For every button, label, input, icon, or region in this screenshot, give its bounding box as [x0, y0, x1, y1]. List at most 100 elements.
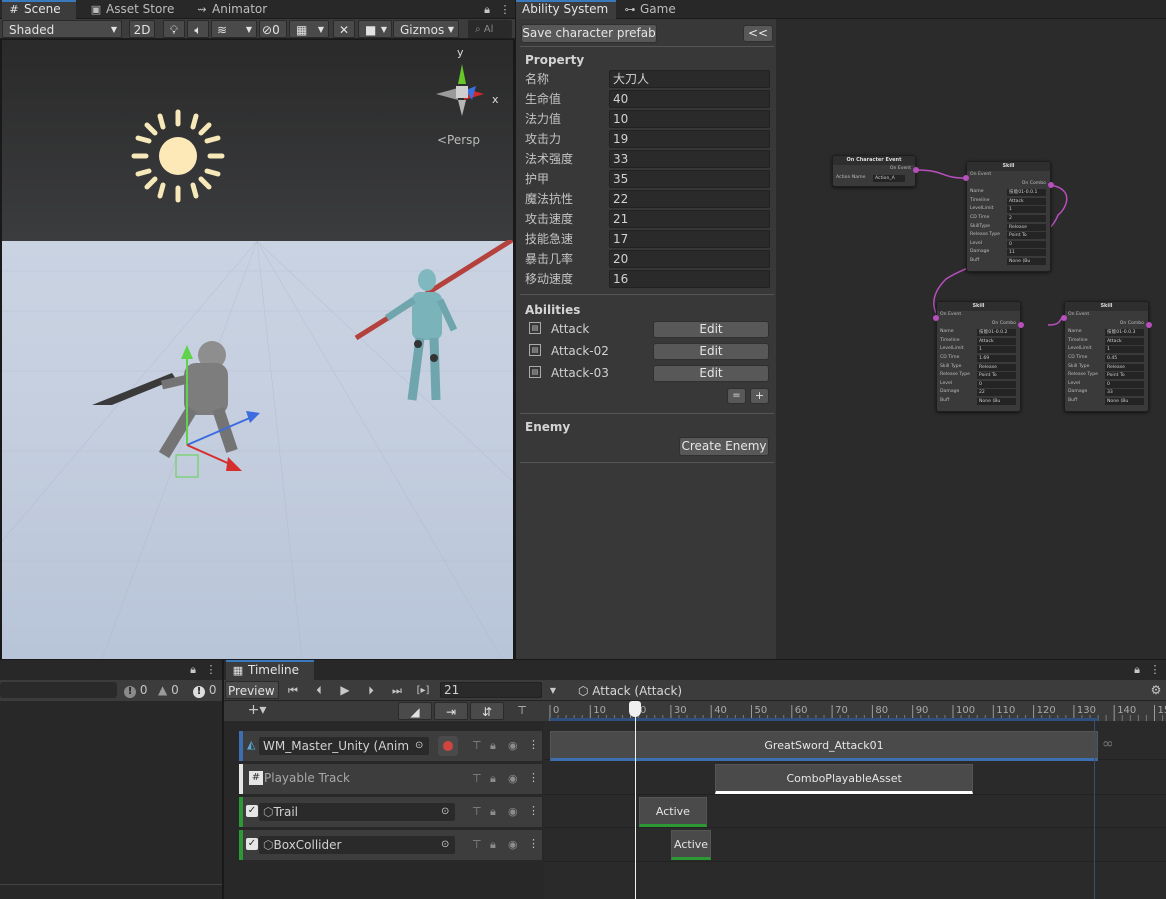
- next-frame-icon[interactable]: ⏵: [360, 681, 382, 700]
- tab-timeline[interactable]: ▦ Timeline: [226, 660, 314, 680]
- pin-icon[interactable]: ⊤: [472, 772, 482, 785]
- pin-icon[interactable]: ⊤: [472, 838, 482, 851]
- node-field-value[interactable]: 1: [1105, 346, 1144, 354]
- property-value-field[interactable]: 10: [609, 110, 770, 128]
- timeline-clip[interactable]: ComboPlayableAsset: [715, 764, 974, 794]
- hidden-objects-toggle[interactable]: ⊘0: [259, 20, 287, 38]
- timeline-clip[interactable]: Active: [670, 830, 712, 860]
- preview-toggle[interactable]: Preview: [225, 681, 279, 699]
- node-field-value[interactable]: 1: [1007, 206, 1046, 214]
- node-field-value[interactable]: None (Bu: [1105, 397, 1144, 405]
- node-field-value[interactable]: Release: [1105, 363, 1144, 371]
- tab-game[interactable]: ⊶ Game: [618, 0, 688, 19]
- node-field-value[interactable]: 1: [977, 346, 1016, 354]
- more-menu-icon[interactable]: ⋮: [528, 804, 539, 817]
- property-value-field[interactable]: 33: [609, 150, 770, 168]
- property-value-field[interactable]: 19: [609, 130, 770, 148]
- pin-icon[interactable]: ⊤: [472, 739, 482, 752]
- node-field-value[interactable]: 1.69: [977, 354, 1016, 362]
- input-port[interactable]: [933, 315, 939, 321]
- eye-icon[interactable]: ◉: [508, 838, 518, 851]
- play-icon[interactable]: ▶: [334, 681, 356, 700]
- lock-icon[interactable]: 🔒︎: [480, 0, 494, 19]
- record-button[interactable]: [438, 736, 458, 756]
- scene-search-input[interactable]: ⌕ Al: [468, 20, 512, 38]
- edit-ability-button[interactable]: Edit: [653, 321, 769, 338]
- collapse-button[interactable]: <<: [743, 25, 773, 42]
- node-field-value[interactable]: Point To: [977, 372, 1016, 380]
- more-menu-icon[interactable]: ⋮: [204, 660, 218, 679]
- active-checkbox[interactable]: ✓: [246, 838, 258, 850]
- track-header[interactable]: ✓ ⬡Trail ⊙ ⊤ 🔒︎ ◉ ⋮: [239, 797, 542, 827]
- scene-viewport[interactable]: y x <Persp: [2, 40, 513, 659]
- skill-node[interactable]: Skill On Event On Combo Name 技能01-0.0.1 Timel…: [966, 161, 1051, 272]
- more-menu-icon[interactable]: ⋮: [1148, 660, 1162, 679]
- more-menu-icon[interactable]: ⋮: [528, 738, 539, 751]
- tab-scene[interactable]: # Scene: [2, 0, 76, 19]
- property-value-field[interactable]: 20: [609, 250, 770, 268]
- goto-start-icon[interactable]: ⏮: [282, 681, 304, 700]
- property-value-field[interactable]: 17: [609, 230, 770, 248]
- camera-dropdown[interactable]: ■ ▼: [358, 20, 392, 38]
- snap-icon[interactable]: ◢: [398, 702, 432, 720]
- property-value-field[interactable]: 16: [609, 270, 770, 288]
- node-field-value[interactable]: Action_A: [873, 174, 905, 182]
- more-menu-icon[interactable]: ⋮: [498, 0, 512, 19]
- add-track-button[interactable]: +▾: [242, 701, 272, 720]
- lock-icon[interactable]: 🔒︎: [490, 838, 496, 852]
- node-field-value[interactable]: 技能01-0.0.1: [1007, 189, 1046, 197]
- playhead[interactable]: [634, 701, 636, 899]
- node-field-value[interactable]: None (Bu: [977, 397, 1016, 405]
- edit-ability-button[interactable]: Edit: [653, 343, 769, 360]
- on-character-event-node[interactable]: On Character Event On Event Action Name A…: [832, 155, 916, 187]
- lighting-icon[interactable]: 💡︎: [163, 20, 185, 38]
- node-field-value[interactable]: None (Bu: [1007, 257, 1046, 265]
- target-icon[interactable]: ⊙: [441, 839, 449, 850]
- pin-icon[interactable]: ⊤: [472, 805, 482, 818]
- node-field-value[interactable]: 0: [1007, 240, 1046, 248]
- gizmos-dropdown[interactable]: Gizmos ▼: [393, 20, 459, 38]
- gear-icon[interactable]: ⚙: [1148, 681, 1164, 700]
- skill-node[interactable]: Skill On Event On Combo Name 技能01-0.0.2 Timel…: [936, 301, 1021, 412]
- node-field-value[interactable]: Release: [1007, 223, 1046, 231]
- property-value-field[interactable]: 21: [609, 210, 770, 228]
- eye-icon[interactable]: ◉: [508, 772, 518, 785]
- timeline-clip[interactable]: GreatSword_Attack01: [550, 731, 1099, 761]
- remove-ability-button[interactable]: =: [727, 388, 746, 404]
- mix-icon[interactable]: ⇵: [470, 702, 504, 720]
- node-field-value[interactable]: 技能01-0.0.2: [977, 329, 1016, 337]
- play-range-icon[interactable]: [▸]: [412, 681, 434, 700]
- output-port[interactable]: [913, 167, 919, 173]
- lock-icon[interactable]: 🔒︎: [490, 772, 496, 786]
- track-header[interactable]: ✓ ⬡BoxCollider ⊙ ⊤ 🔒︎ ◉ ⋮: [239, 830, 542, 860]
- node-field-value[interactable]: 2: [1007, 214, 1046, 222]
- output-port[interactable]: [1018, 322, 1024, 328]
- timeline-clip[interactable]: Active: [638, 797, 708, 827]
- pin-icon[interactable]: ⊤: [512, 701, 532, 720]
- node-field-value[interactable]: 11: [1007, 249, 1046, 257]
- edit-ability-button[interactable]: Edit: [653, 365, 769, 382]
- track-header[interactable]: # Playable Track ⊤ 🔒︎ ◉ ⋮: [239, 764, 542, 794]
- property-value-field[interactable]: 大刀人: [609, 70, 770, 88]
- lock-icon[interactable]: 🔒︎: [1130, 660, 1144, 679]
- output-port[interactable]: [1048, 182, 1054, 188]
- track-binding-field[interactable]: ⬡Trail: [259, 803, 455, 821]
- property-value-field[interactable]: 40: [609, 90, 770, 108]
- grid-dropdown[interactable]: ▦ ▼: [289, 20, 329, 38]
- property-value-field[interactable]: 22: [609, 190, 770, 208]
- node-field-value[interactable]: Attack: [1105, 337, 1144, 345]
- target-icon[interactable]: ⊙: [441, 806, 449, 817]
- console-search-input[interactable]: [0, 682, 117, 698]
- node-field-value[interactable]: 0: [977, 380, 1016, 388]
- input-port[interactable]: [963, 175, 969, 181]
- tab-animator[interactable]: ⇝ Animator: [190, 0, 280, 19]
- perspective-label[interactable]: <Persp: [437, 133, 480, 147]
- eye-icon[interactable]: ◉: [508, 805, 518, 818]
- track-binding-field[interactable]: WM_Master_Unity (Anim: [259, 737, 429, 755]
- save-character-prefab-button[interactable]: Save character prefab: [521, 24, 657, 43]
- lock-icon[interactable]: 🔒︎: [490, 739, 496, 753]
- error-count[interactable]: ! 0: [193, 682, 216, 698]
- node-field-value[interactable]: Release: [977, 363, 1016, 371]
- playhead-handle[interactable]: [628, 701, 641, 717]
- warning-count[interactable]: ▲ 0: [158, 682, 179, 698]
